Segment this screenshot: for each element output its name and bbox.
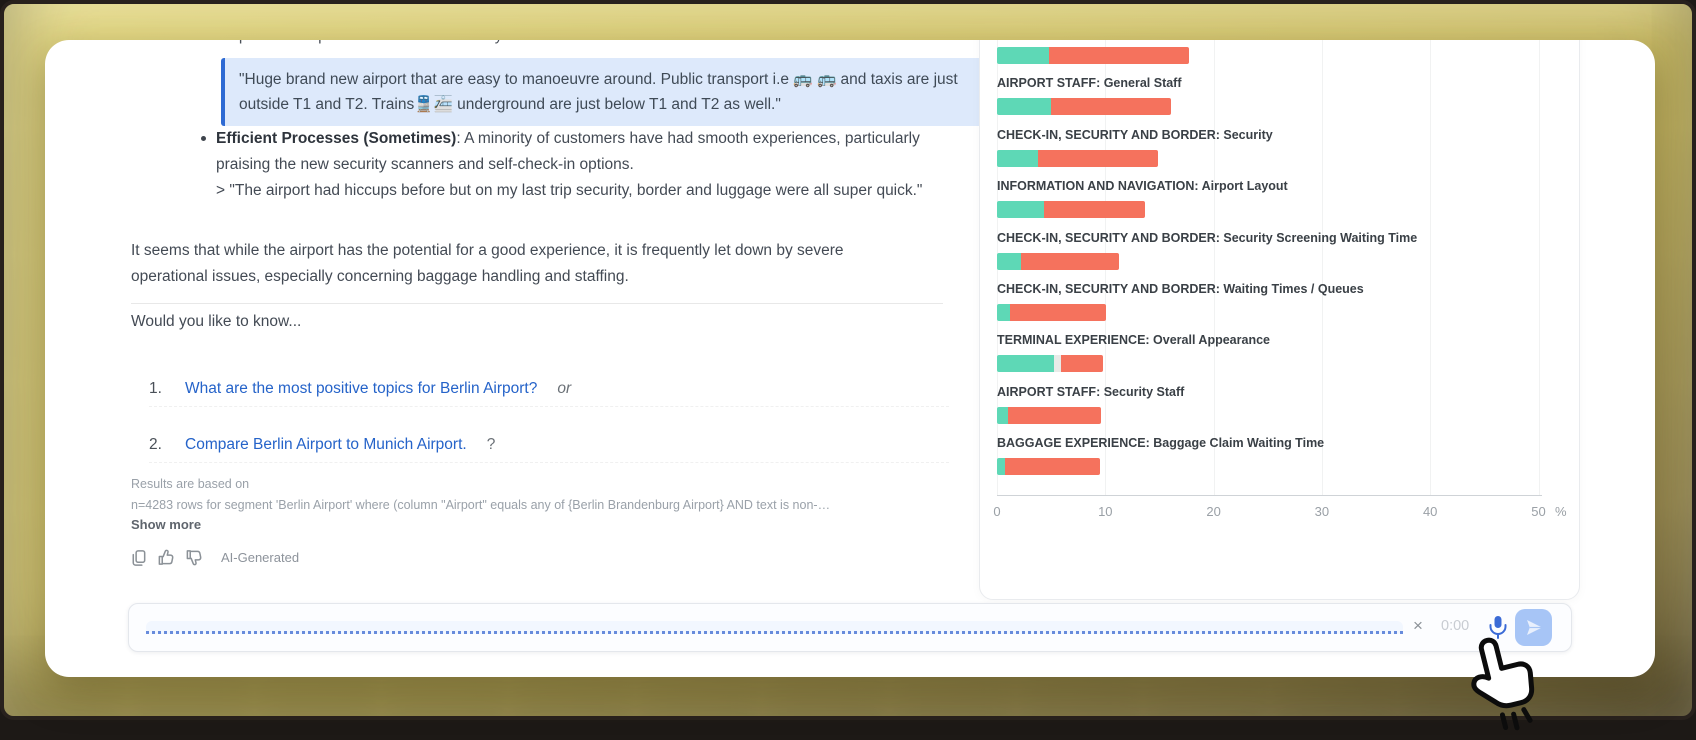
chart-bar — [997, 150, 1158, 167]
bar-segment-positive — [997, 150, 1038, 167]
gridline — [1322, 40, 1323, 495]
bar-segment-positive — [997, 355, 1054, 372]
chart-bar — [997, 98, 1171, 115]
send-button[interactable] — [1515, 609, 1552, 646]
gridline — [1214, 40, 1215, 495]
bar-segment-negative — [1038, 150, 1158, 167]
suggestion-link-positive-topics[interactable]: What are the most positive topics for Be… — [185, 380, 537, 397]
bar-segment-positive — [997, 201, 1044, 218]
ai-generated-label: AI-Generated — [221, 550, 299, 565]
chart-bar-label: AIRPORT STAFF: Security Staff — [997, 385, 1184, 399]
x-tick-label: 0 — [993, 504, 1000, 519]
suggestion-number: 1. — [149, 380, 185, 398]
bar-segment-negative — [1051, 98, 1171, 115]
message-composer[interactable]: × 0:00 — [128, 603, 1572, 652]
chart-bar — [997, 253, 1119, 270]
suggestion-suffix: ? — [487, 436, 496, 453]
followup-prompt: Would you like to know... — [131, 313, 301, 331]
bar-segment-positive — [997, 304, 1010, 321]
thumbs-down-icon[interactable] — [185, 548, 204, 567]
x-tick-label: 10 — [1098, 504, 1112, 519]
suggestion-item: 1.What are the most positive topics for … — [149, 380, 571, 398]
bar-segment-negative — [1021, 253, 1120, 270]
fine-print-line1: Results are based on — [131, 477, 249, 491]
topics-bar-chart: AIRPORT STAFF: General Staff CHECK-IN, SE… — [979, 40, 1580, 600]
separator — [149, 406, 949, 407]
show-more-button[interactable]: Show more — [131, 517, 201, 532]
bar-segment-negative — [1005, 458, 1100, 475]
recording-timer: 0:00 — [1441, 618, 1469, 634]
chart-bar-label: AIRPORT STAFF: General Staff — [997, 76, 1182, 90]
suggestion-item: 2.Compare Berlin Airport to Munich Airpo… — [149, 436, 495, 454]
clipped-text-line: the public transport connections to the … — [213, 40, 586, 45]
chart-bar — [997, 355, 1103, 372]
bullet-bold-label: Efficient Processes (Sometimes) — [216, 130, 456, 147]
bar-segment-positive — [997, 407, 1008, 424]
bar-segment-negative — [1061, 355, 1103, 372]
cancel-recording-button[interactable]: × — [1413, 616, 1423, 636]
gridline — [1539, 40, 1540, 495]
bar-segment-positive — [997, 98, 1051, 115]
x-tick-label: 30 — [1315, 504, 1329, 519]
bar-segment-negative — [1049, 47, 1189, 64]
suggestion-suffix: or — [557, 380, 571, 397]
chart-bar-label: CHECK-IN, SECURITY AND BORDER: Security … — [997, 231, 1417, 245]
bar-segment-negative — [1044, 201, 1146, 218]
chart-bar — [997, 407, 1101, 424]
customer-quote-text: "Huge brand new airport that are easy to… — [239, 71, 958, 113]
bullet-subquote: > "The airport had hiccups before but on… — [216, 182, 922, 199]
bar-segment-neutral — [1054, 355, 1060, 372]
bar-segment-positive — [997, 47, 1049, 64]
x-tick-label: 20 — [1206, 504, 1220, 519]
section-divider — [131, 303, 943, 304]
gridline — [1430, 40, 1431, 495]
chart-bar — [997, 304, 1106, 321]
chart-bar-label: TERMINAL EXPERIENCE: Overall Appearance — [997, 333, 1270, 347]
chart-bar — [997, 201, 1145, 218]
x-axis-line — [997, 495, 1542, 496]
feedback-row: AI-Generated — [129, 548, 299, 567]
x-axis-unit-label: % — [1555, 504, 1567, 519]
x-tick-label: 50 — [1531, 504, 1545, 519]
recording-waveform-dots — [146, 631, 1403, 634]
customer-quote-block: "Huge brand new airport that are easy to… — [221, 58, 987, 126]
chart-bar-label: CHECK-IN, SECURITY AND BORDER: Waiting T… — [997, 282, 1364, 296]
chart-bar-label: INFORMATION AND NAVIGATION: Airport Layo… — [997, 179, 1288, 193]
fine-print-line2: n=4283 rows for segment 'Berlin Airport'… — [131, 498, 830, 512]
chat-panel: the public transport connections to the … — [45, 40, 1655, 677]
bar-segment-negative — [1010, 304, 1106, 321]
results-fine-print: Results are based on n=4283 rows for seg… — [131, 474, 830, 516]
summary-paragraph: It seems that while the airport has the … — [131, 238, 906, 290]
bullet-icon — [201, 136, 206, 141]
paper-plane-icon — [1524, 618, 1544, 638]
suggestion-link-compare-airports[interactable]: Compare Berlin Airport to Munich Airport… — [185, 436, 467, 453]
copy-icon[interactable] — [129, 548, 148, 567]
suggestion-number: 2. — [149, 436, 185, 454]
bar-segment-negative — [1008, 407, 1101, 424]
chart-bar — [997, 458, 1100, 475]
separator — [149, 462, 949, 463]
chart-bar-label: CHECK-IN, SECURITY AND BORDER: Security — [997, 128, 1273, 142]
chart-bar — [997, 47, 1189, 64]
x-tick-label: 40 — [1423, 504, 1437, 519]
bar-segment-positive — [997, 253, 1021, 270]
chart-bar-label: BAGGAGE EXPERIENCE: Baggage Claim Waitin… — [997, 436, 1324, 450]
microphone-icon[interactable] — [1486, 614, 1510, 640]
bullet-item: Efficient Processes (Sometimes): A minor… — [201, 126, 941, 204]
bar-segment-positive — [997, 458, 1005, 475]
thumbs-up-icon[interactable] — [157, 548, 176, 567]
